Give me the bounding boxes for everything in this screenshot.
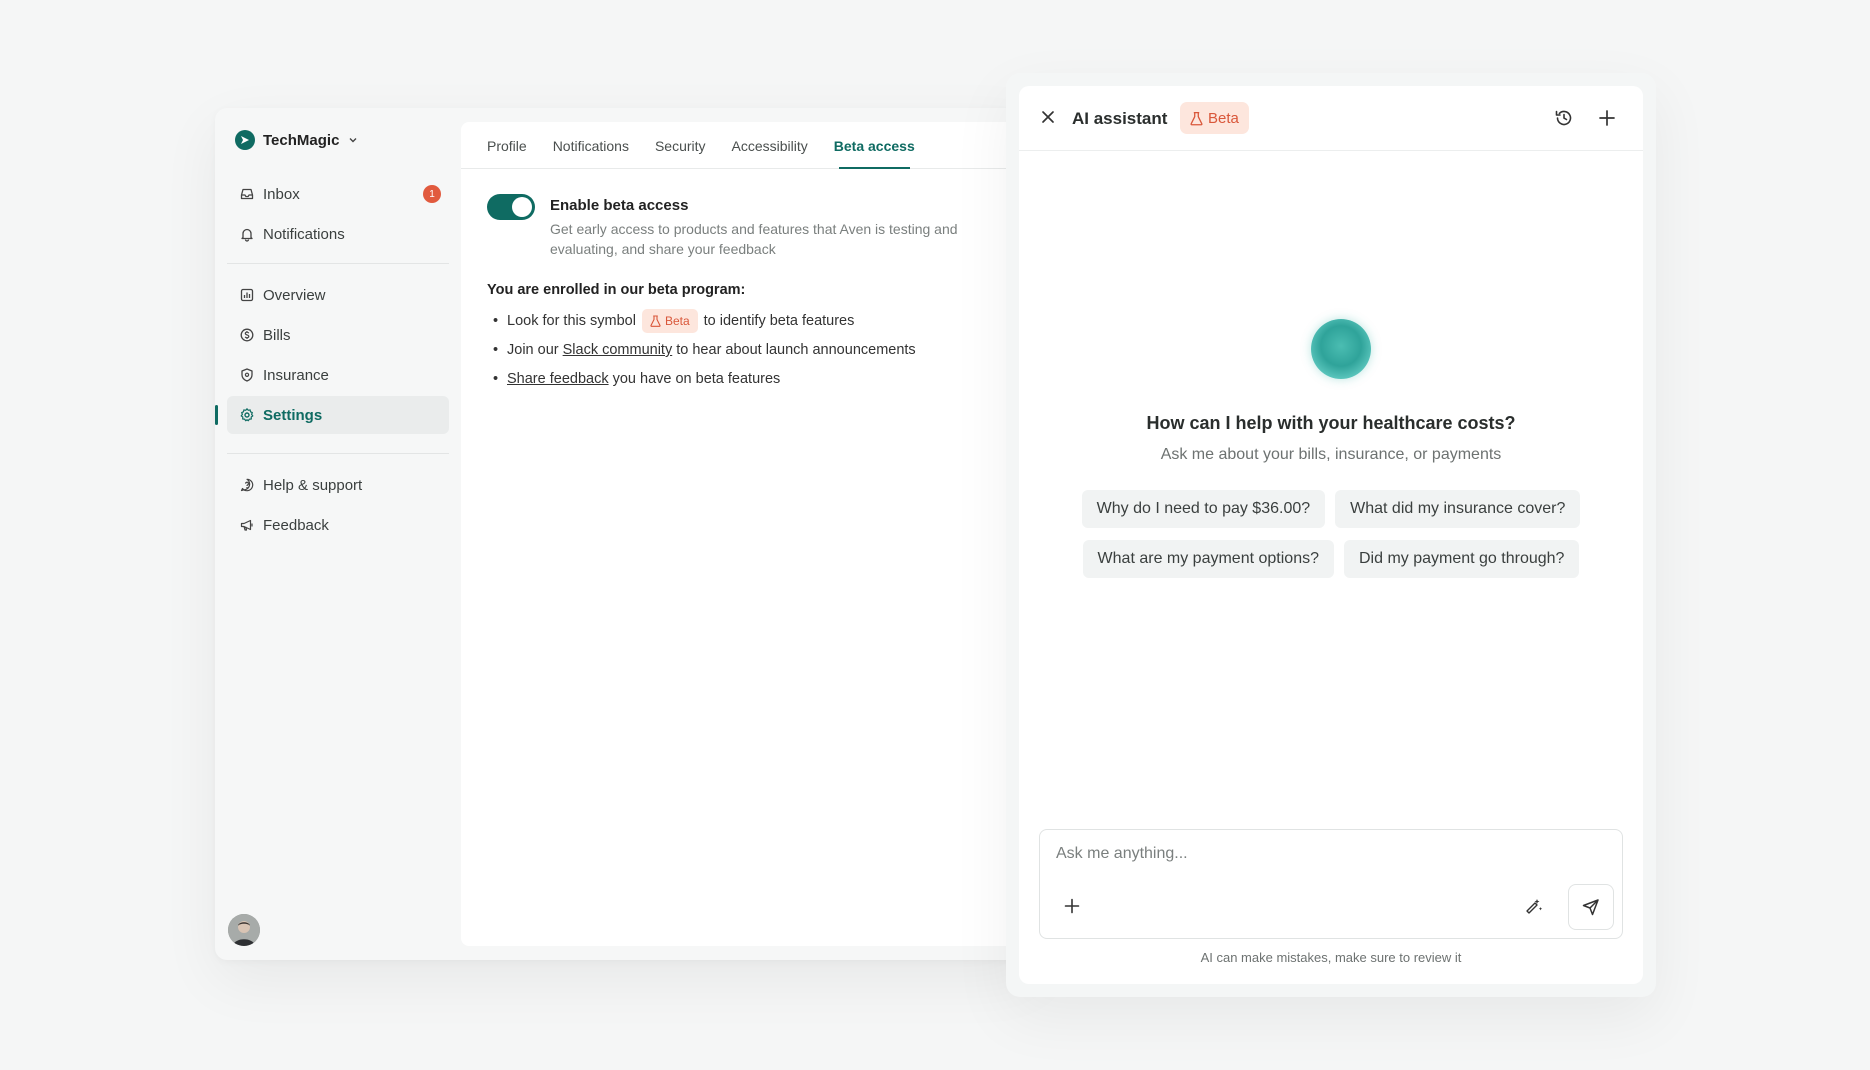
sidebar-item-label: Settings	[263, 406, 323, 424]
shield-icon	[241, 368, 253, 382]
tab-security[interactable]: Security	[642, 138, 719, 168]
sidebar-item-overview[interactable]: Overview	[227, 276, 449, 314]
list-item: Look for this symbol Beta to identify be…	[487, 309, 1027, 339]
bullet-text: to identify beta features	[703, 313, 855, 329]
bell-icon	[241, 228, 253, 242]
tab-profile[interactable]: Profile	[487, 138, 540, 168]
sidebar-item-bills[interactable]: Bills	[227, 316, 449, 354]
workspace-switcher[interactable]: TechMagic	[235, 130, 359, 150]
ai-disclaimer: AI can make mistakes, make sure to revie…	[1200, 950, 1462, 965]
inbox-icon	[240, 188, 254, 200]
chevron-down-icon	[349, 138, 357, 143]
sidebar-item-label: Notifications	[263, 225, 345, 243]
share-feedback-link[interactable]: Share feedback	[507, 368, 609, 390]
avatar[interactable]	[228, 914, 260, 946]
suggestion-chip[interactable]: What are my payment options?	[1082, 540, 1334, 578]
suggestion-chip[interactable]: Why do I need to pay $36.00?	[1081, 490, 1326, 528]
assistant-title: AI assistant	[1072, 109, 1168, 128]
suggestion-chip[interactable]: Did my payment go through?	[1343, 540, 1580, 578]
sidebar-item-notifications[interactable]: Notifications	[227, 215, 449, 253]
megaphone-icon	[240, 519, 253, 531]
suggestion-chip[interactable]: What did my insurance cover?	[1335, 490, 1581, 528]
bullet-text: Join our	[507, 342, 559, 358]
help-icon	[240, 478, 254, 492]
tab-beta-access[interactable]: Beta access	[821, 138, 928, 169]
sidebar-item-label: Overview	[263, 286, 326, 304]
app-window: TechMagic Inbox 1 Notifications Overview	[215, 108, 1035, 960]
beta-badge: Beta	[641, 309, 698, 333]
toggle-title: Enable beta access	[550, 197, 689, 214]
tab-accessibility[interactable]: Accessibility	[719, 138, 821, 168]
sidebar-item-inbox[interactable]: Inbox 1	[227, 175, 449, 213]
sidebar-item-label: Inbox	[263, 185, 300, 203]
assistant-header: AI assistant Beta	[1019, 86, 1643, 151]
send-button[interactable]	[1568, 884, 1614, 930]
flask-icon	[650, 315, 661, 327]
chart-icon	[240, 288, 254, 302]
attach-plus-icon[interactable]	[1062, 896, 1082, 916]
suggestion-chips: Why do I need to pay $36.00? What did my…	[1019, 490, 1643, 590]
sidebar-item-insurance[interactable]: Insurance	[227, 356, 449, 394]
bullet-text: to hear about launch announcements	[676, 342, 916, 358]
assistant-orb	[1311, 319, 1371, 379]
sidebar-item-label: Bills	[263, 326, 291, 344]
sidebar-item-help[interactable]: Help & support	[227, 466, 449, 504]
gear-icon	[240, 408, 254, 422]
flask-icon	[1190, 111, 1203, 125]
plus-icon[interactable]	[1596, 107, 1618, 129]
settings-tabs: Profile Notifications Security Accessibi…	[461, 122, 1035, 169]
bullet-text: Look for this symbol	[507, 313, 636, 329]
close-icon[interactable]	[1039, 108, 1057, 126]
sidebar-item-settings[interactable]: Settings	[215, 396, 449, 434]
chat-composer	[1039, 829, 1623, 939]
beta-badge: Beta	[1180, 102, 1249, 134]
sidebar-item-feedback[interactable]: Feedback	[227, 506, 449, 544]
tab-notifications[interactable]: Notifications	[540, 138, 642, 168]
magic-wand-icon[interactable]	[1524, 896, 1544, 916]
beta-badge-label: Beta	[664, 314, 690, 328]
chat-input[interactable]	[1054, 844, 1598, 864]
beta-access-toggle[interactable]	[487, 194, 535, 220]
assistant-panel: AI assistant Beta How can I help with yo…	[1019, 86, 1643, 984]
inbox-count-badge: 1	[423, 185, 441, 203]
sidebar: TechMagic Inbox 1 Notifications Overview	[215, 108, 455, 960]
dollar-circle-icon	[240, 328, 254, 342]
nav-footer: Help & support Feedback	[227, 466, 449, 546]
assistant-heading: How can I help with your healthcare cost…	[1146, 413, 1516, 433]
enrolled-title: You are enrolled in our beta program:	[487, 282, 746, 298]
sidebar-item-label: Insurance	[263, 366, 329, 384]
sidebar-item-label: Help & support	[263, 476, 363, 494]
bullet-text: you have on beta features	[612, 371, 781, 387]
beta-badge-label: Beta	[1208, 109, 1239, 127]
assistant-subheading: Ask me about your bills, insurance, or p…	[1160, 446, 1502, 463]
user-avatar-icon	[228, 914, 260, 946]
brand-name: TechMagic	[263, 131, 340, 149]
sidebar-divider	[227, 263, 449, 264]
toggle-knob	[512, 197, 532, 217]
send-icon	[1582, 899, 1599, 916]
settings-panel: Profile Notifications Security Accessibi…	[461, 122, 1035, 946]
brand-logo	[235, 130, 255, 150]
beta-info-list: Look for this symbol Beta to identify be…	[487, 309, 1027, 397]
list-item: Join our Slack community to hear about l…	[487, 339, 1027, 368]
nav-main: Overview Bills Insurance Settings	[215, 276, 449, 436]
sidebar-divider	[227, 453, 449, 454]
list-item: Share feedback you have on beta features	[487, 368, 1027, 397]
history-icon[interactable]	[1553, 107, 1575, 129]
toggle-description: Get early access to products and feature…	[550, 221, 958, 257]
slack-community-link[interactable]: Slack community	[563, 339, 673, 361]
nav-primary: Inbox 1 Notifications	[227, 175, 449, 255]
sidebar-item-label: Feedback	[263, 516, 329, 534]
